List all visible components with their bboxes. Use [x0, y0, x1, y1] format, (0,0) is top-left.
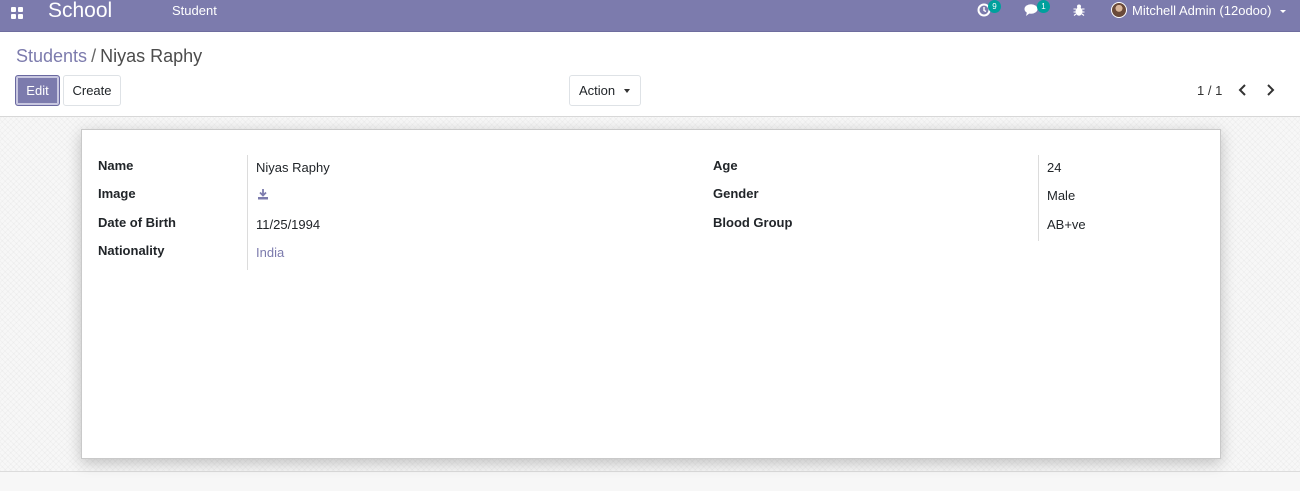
field-label-age: Age: [713, 158, 738, 173]
create-button[interactable]: Create: [63, 75, 121, 106]
field-label-blood-group: Blood Group: [713, 215, 793, 230]
field-value-name: Niyas Raphy: [256, 160, 330, 175]
field-value-date-of-birth: 11/25/1994: [256, 217, 321, 232]
user-avatar[interactable]: [1111, 2, 1127, 18]
left-group-separator: [247, 155, 248, 270]
field-value-nationality-link[interactable]: India: [256, 245, 284, 261]
field-label-image: Image: [98, 186, 136, 201]
field-label-gender: Gender: [713, 186, 759, 201]
form-sheet: Name Image Date of Birth Nationality Niy…: [81, 129, 1221, 459]
menu-item-student[interactable]: Student: [172, 3, 217, 19]
footer-area: [0, 471, 1300, 491]
breadcrumb-students-link[interactable]: Students: [16, 46, 87, 66]
debug-bug-icon[interactable]: [1073, 3, 1085, 17]
field-value-gender: Male: [1047, 188, 1076, 203]
apps-menu-icon[interactable]: [11, 7, 23, 19]
field-value-blood-group: AB+ve: [1047, 217, 1086, 232]
edit-button[interactable]: Edit: [15, 75, 60, 106]
user-menu-name[interactable]: Mitchell Admin (12odoo): [1132, 3, 1271, 19]
message-count-badge: 1: [1037, 0, 1050, 13]
field-value-age: 24: [1047, 160, 1062, 175]
breadcrumb-current: Niyas Raphy: [100, 46, 203, 66]
pager-value[interactable]: 1 / 1: [1197, 83, 1222, 99]
pager-previous-icon[interactable]: [1237, 82, 1249, 98]
action-dropdown-button[interactable]: Action: [569, 75, 641, 106]
field-label-name: Name: [98, 158, 134, 173]
field-label-nationality: Nationality: [98, 243, 165, 258]
pager-next-icon[interactable]: [1264, 82, 1276, 98]
action-button-label: Action: [579, 83, 616, 98]
breadcrumb-separator: /: [91, 46, 97, 66]
top-navbar: School Student 9 1 Mitchell Admin (12odo…: [0, 0, 1300, 32]
app-brand[interactable]: School: [48, 0, 112, 23]
activity-count-badge: 9: [988, 0, 1001, 13]
download-icon[interactable]: [257, 188, 269, 200]
right-group-separator: [1038, 155, 1039, 241]
breadcrumb: Students / Niyas Raphy: [16, 45, 202, 67]
user-menu-caret-icon[interactable]: [1280, 10, 1286, 13]
action-caret-icon: [624, 89, 630, 93]
field-label-date-of-birth: Date of Birth: [98, 215, 176, 230]
